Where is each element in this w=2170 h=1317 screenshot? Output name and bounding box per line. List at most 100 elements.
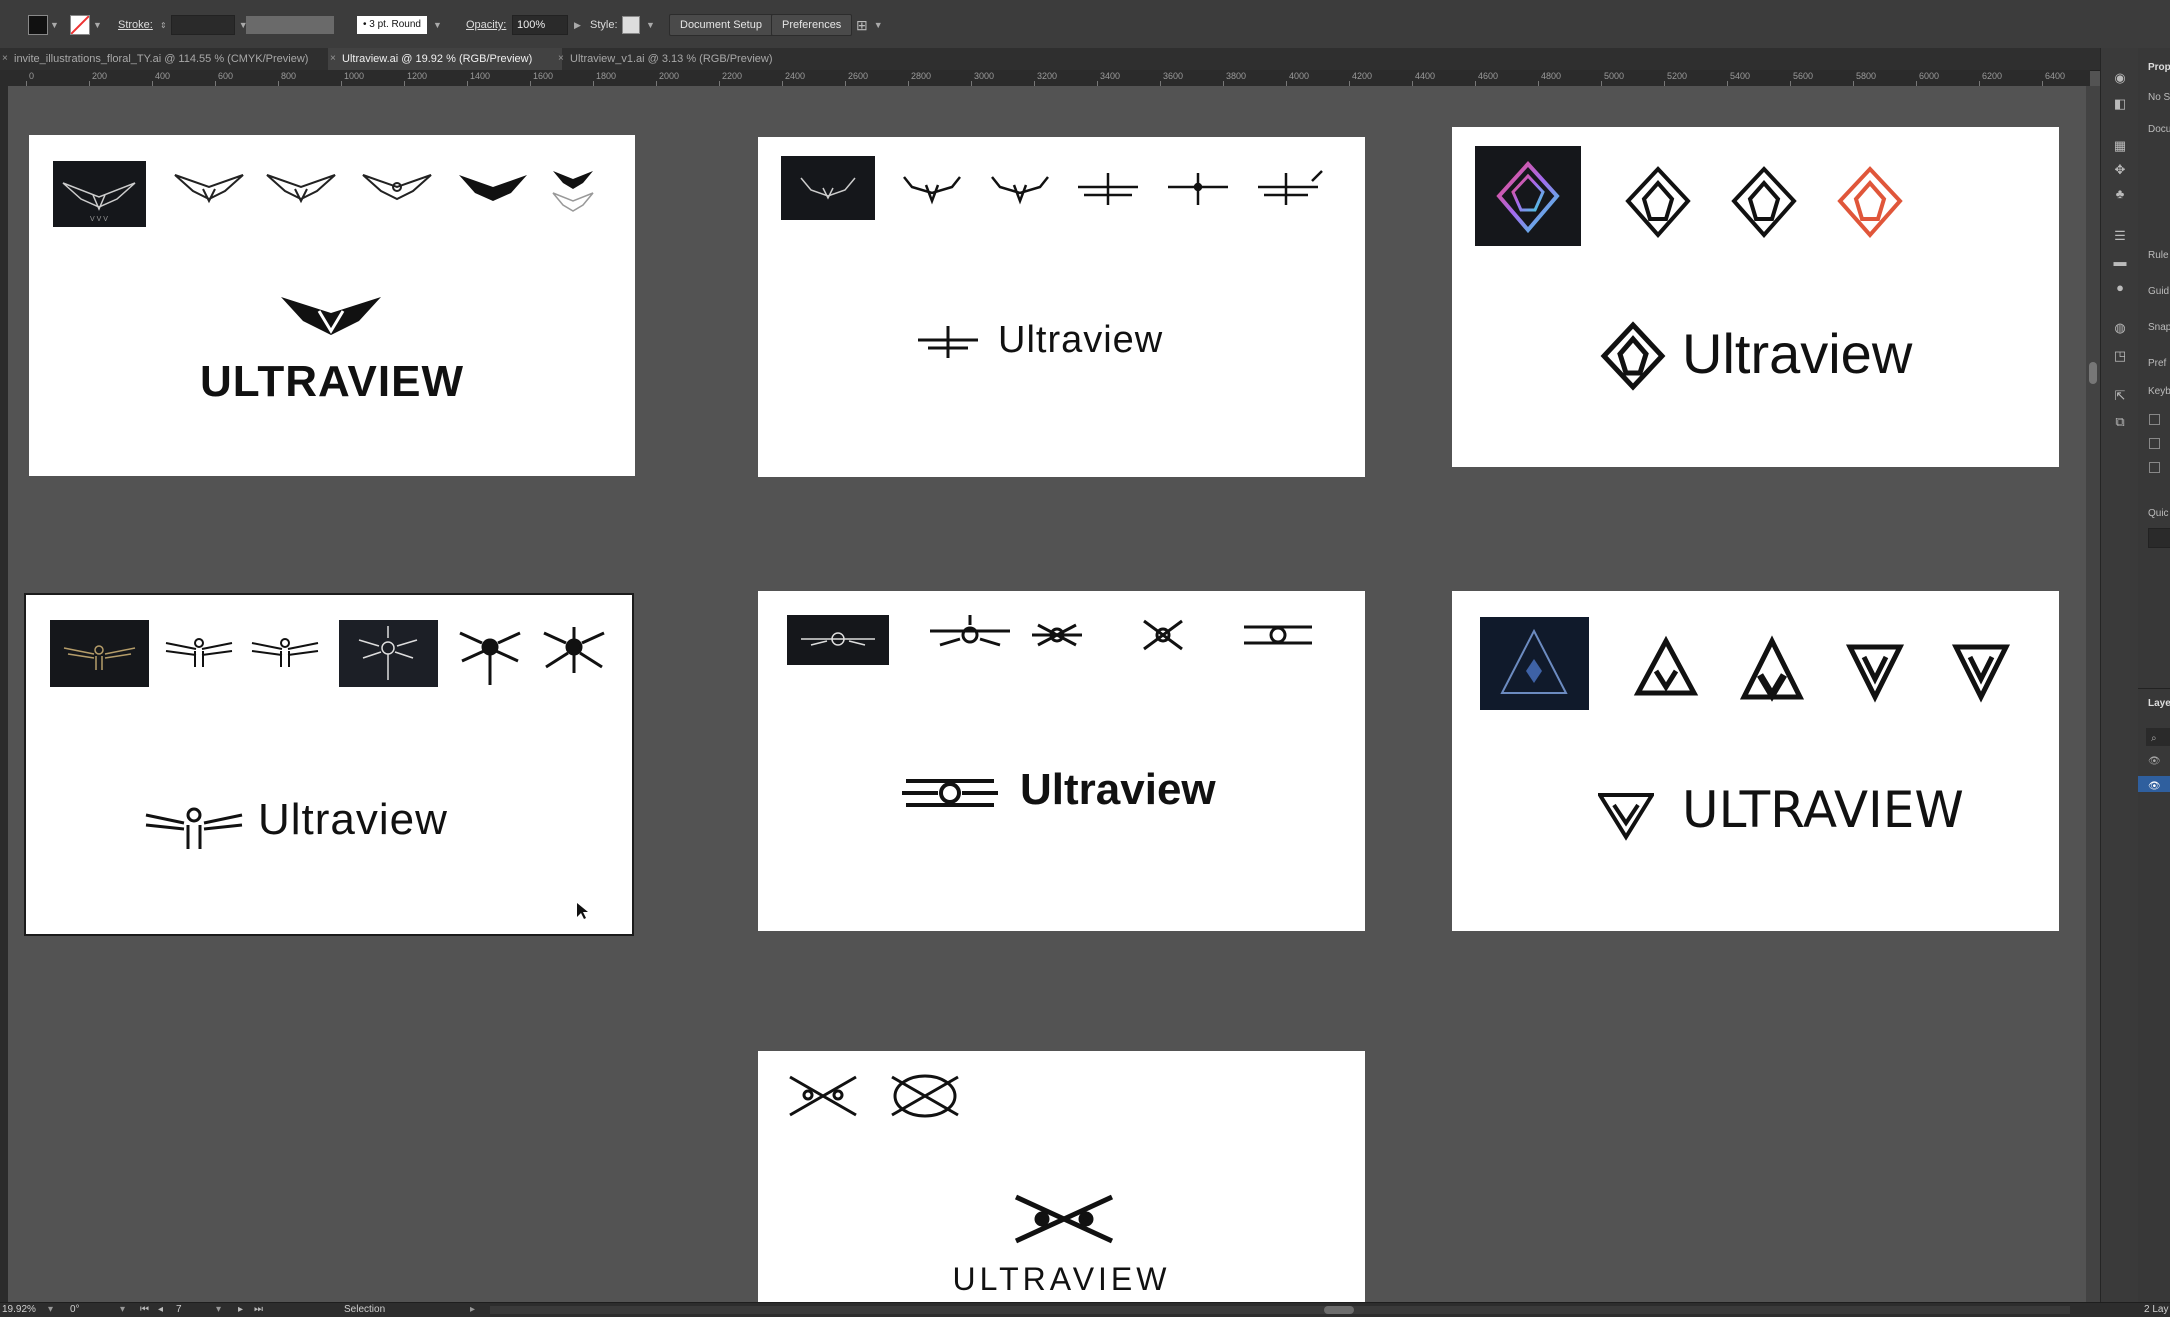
status-menu-icon[interactable]: ▸ [470, 1304, 475, 1315]
pref-checkbox[interactable] [2149, 438, 2160, 449]
close-icon[interactable]: × [2, 48, 8, 70]
scroll-thumb[interactable] [1324, 1306, 1354, 1314]
previous-artboard-icon[interactable]: ◂ [158, 1304, 163, 1315]
brushes-icon[interactable]: ✥ [2112, 162, 2128, 178]
ruler-tick-label: 2800 [911, 71, 932, 81]
variable-width-profile[interactable] [246, 14, 334, 36]
pref-checkbox[interactable] [2149, 462, 2160, 473]
horizontal-ruler[interactable]: 0 200 400 600 800 1000 1200 1400 1600 1800 2000 220… [0, 70, 2090, 87]
visibility-eye-icon[interactable]: 👁 [2148, 781, 2161, 792]
artboard-3[interactable]: Ultraview [1452, 127, 2059, 467]
tab-invite-illustrations[interactable]: × invite_illustrations_floral_TY.ai @ 11… [0, 48, 336, 70]
gradient-icon[interactable]: ▬ [2112, 254, 2128, 270]
properties-icon[interactable]: ◉ [2112, 70, 2128, 86]
artboard-6[interactable]: ULTRAVIEW [1452, 591, 2059, 931]
ruler-tick-label: 600 [218, 71, 234, 81]
horizontal-scrollbar[interactable] [490, 1306, 2070, 1314]
vertical-ruler[interactable] [0, 86, 8, 1302]
stroke-label[interactable]: Stroke: [118, 14, 153, 36]
zoom-field[interactable]: 19.92% [2, 1304, 36, 1315]
guides-label: Guid [2148, 286, 2170, 297]
color-icon[interactable]: ◍ [2112, 320, 2128, 336]
illustrator-window: ▼ ▼ Stroke: ⇕ ▼ • 3 pt. Round ▼ Opacity:… [0, 0, 2170, 1317]
first-artboard-icon[interactable]: ⏮ [140, 1304, 149, 1315]
ruler-tick-label: 800 [281, 71, 297, 81]
transform-icon[interactable]: ◳ [2112, 348, 2128, 364]
properties-title: Prop [2148, 62, 2170, 73]
logo-dark-tile: V V V [53, 161, 146, 227]
artboard-5[interactable]: Ultraview [758, 591, 1365, 931]
vertical-scrollbar[interactable] [2086, 86, 2100, 1302]
winged-figure-variants-icon [165, 638, 319, 667]
artboard-2[interactable]: Ultraview [758, 137, 1365, 477]
rotation-chevron-down-icon[interactable]: ▾ [120, 1304, 125, 1315]
mouse-cursor-icon [577, 903, 588, 919]
fill-swatch[interactable] [28, 14, 48, 36]
opacity-field[interactable]: 100% ▶ [512, 14, 581, 36]
preferences-button[interactable]: Preferences [771, 14, 853, 36]
artboard-4[interactable]: Ultraview [24, 593, 634, 936]
logo-dark-tile [1475, 146, 1581, 246]
arrange-documents-icon[interactable]: ⊞ ▼ [856, 14, 883, 36]
close-icon[interactable]: × [558, 48, 564, 70]
visibility-eye-icon[interactable]: 👁 [2148, 756, 2161, 767]
stroke-chevron-down-icon[interactable]: ▼ [93, 14, 102, 36]
snap-options-label: Snap [2148, 322, 2170, 333]
layers-title: Laye [2148, 698, 2170, 709]
crosshair-logo-mark-icon [918, 326, 978, 358]
symbols-icon[interactable]: ♣ [2112, 186, 2128, 202]
appearance-icon[interactable]: ● [2112, 280, 2128, 296]
artboard-canvas[interactable]: V V V ULTRAVIEW Ultraview Ultraview Ultr… [8, 86, 2090, 1302]
triangle-diamond-logo-icon [1500, 628, 1568, 694]
document-setup-button[interactable]: Document Setup [669, 14, 773, 36]
logo-dark-tile [50, 620, 149, 687]
ruler-tick-label: 4200 [1352, 71, 1373, 81]
pref-checkbox[interactable] [2149, 414, 2160, 425]
artboard-number-field[interactable]: 7 [176, 1304, 182, 1315]
tab-label: Ultraview.ai @ 19.92 % (RGB/Preview) [342, 53, 533, 65]
tab-ultraview[interactable]: × Ultraview.ai @ 19.92 % (RGB/Preview) [328, 48, 562, 70]
diamond-logo-mark-icon [1600, 321, 1666, 391]
fill-chevron-down-icon[interactable]: ▼ [50, 14, 59, 36]
swatches-icon[interactable]: ▦ [2112, 138, 2128, 154]
last-artboard-icon[interactable]: ⏭ [254, 1304, 263, 1315]
opacity-value: 100% [512, 15, 568, 35]
ruler-tick-label: 6000 [1919, 71, 1940, 81]
quick-action-button[interactable] [2148, 528, 2170, 548]
stroke-swatch[interactable] [70, 14, 90, 36]
logo-dark-tile [781, 156, 875, 220]
artboard-chevron-down-icon[interactable]: ▾ [216, 1304, 221, 1315]
layers-count-label: 2 Lay [2144, 1304, 2169, 1315]
ruler-tick-label: 2000 [659, 71, 680, 81]
libraries-icon[interactable]: ◧ [2112, 96, 2128, 112]
rulers-label: Rule [2148, 250, 2169, 261]
artboard-1[interactable]: V V V ULTRAVIEW [29, 135, 635, 476]
crossed-blades-variants-icon [789, 1074, 959, 1118]
search-icon: ⌕ [2151, 733, 2157, 744]
opacity-label[interactable]: Opacity: [466, 14, 506, 36]
wordmark: Ultraview [998, 319, 1164, 361]
close-icon[interactable]: × [330, 48, 336, 70]
stroke-weight-stepper[interactable]: ⇕ ▼ [160, 14, 248, 36]
next-artboard-icon[interactable]: ▸ [238, 1304, 243, 1315]
style-swatch[interactable]: ▼ [622, 14, 655, 36]
layer-row-selected[interactable]: 👁 [2138, 776, 2170, 792]
winged-figure-mark-icon [145, 807, 243, 849]
rotation-field[interactable]: 0° [70, 1304, 80, 1315]
antenna-v-logo-icon [800, 177, 856, 200]
ruler-tick-label: 1600 [533, 71, 554, 81]
preferences-label: Preferences [771, 14, 853, 36]
export-icon[interactable]: ⇱ [2112, 388, 2128, 404]
scroll-thumb[interactable] [2089, 362, 2097, 384]
zoom-chevron-down-icon[interactable]: ▾ [48, 1304, 53, 1315]
artboards-icon[interactable]: ⧉ [2112, 414, 2128, 430]
artboard-7[interactable]: ULTRAVIEW [758, 1051, 1365, 1302]
radiant-figure-variants-icon [459, 627, 605, 685]
ruler-tick-label: 1200 [407, 71, 428, 81]
tab-ultraview-v1[interactable]: × Ultraview_v1.ai @ 3.13 % (RGB/Preview) [556, 48, 800, 70]
brush-definition[interactable]: • 3 pt. Round ▼ [357, 14, 442, 36]
wordmark: ULTRAVIEW [952, 1261, 1171, 1297]
align-icon[interactable]: ☰ [2112, 228, 2128, 244]
layers-search-input[interactable]: ⌕ [2146, 728, 2170, 746]
tab-label: invite_illustrations_floral_TY.ai @ 114.… [14, 53, 309, 65]
